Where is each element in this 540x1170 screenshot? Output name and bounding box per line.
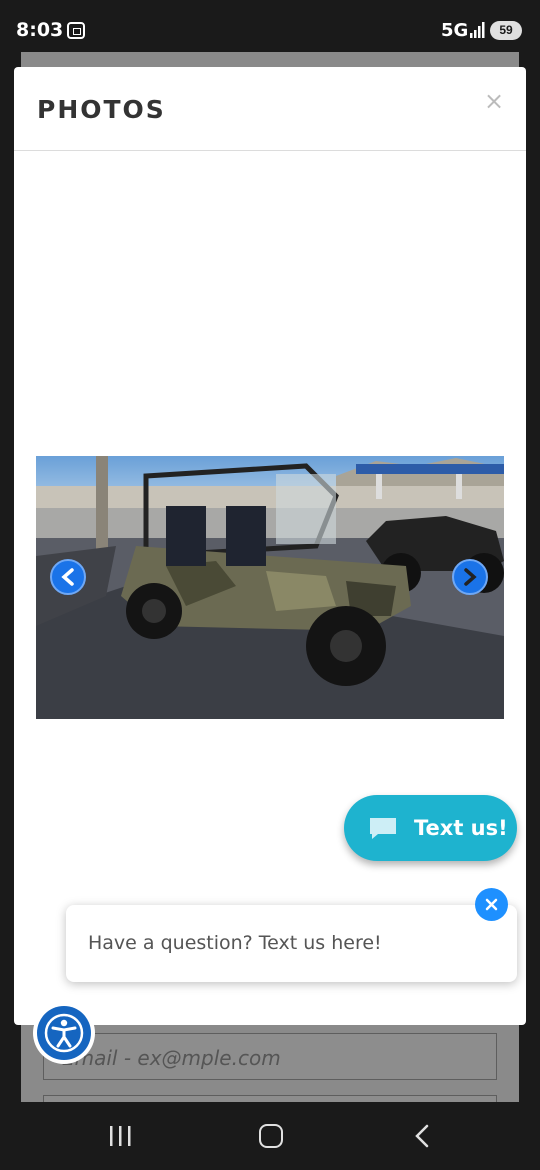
status-time: 8:03 [16, 19, 64, 41]
modal-header: PHOTOS × [14, 67, 526, 151]
nav-back-icon[interactable] [412, 1124, 432, 1148]
nav-recents-icon[interactable] [108, 1125, 132, 1147]
chat-prompt-text: Have a question? Text us here! [88, 932, 382, 954]
signal-icon [470, 22, 485, 38]
message-icon [370, 818, 396, 839]
carousel-prev-button[interactable] [50, 559, 86, 595]
chevron-left-icon [61, 568, 74, 586]
accessibility-button[interactable] [33, 1002, 95, 1064]
close-icon [485, 898, 498, 911]
accessibility-badge [37, 1006, 91, 1060]
nav-home-icon[interactable] [259, 1124, 283, 1148]
close-button[interactable]: × [484, 87, 504, 115]
carousel-next-button[interactable] [452, 559, 488, 595]
photo-illustration [36, 456, 504, 719]
status-bar: 8:03 5G 59 [0, 0, 540, 60]
email-field[interactable]: Email - ex@mple.com [43, 1033, 497, 1080]
text-us-button[interactable]: Text us! [344, 795, 517, 861]
screen-record-icon [67, 22, 85, 39]
system-nav-bar [0, 1102, 540, 1170]
vehicle-photo [36, 456, 504, 719]
text-us-label: Text us! [414, 816, 508, 840]
chat-close-button[interactable] [475, 888, 508, 921]
accessibility-icon [44, 1013, 84, 1053]
battery-indicator: 59 [490, 21, 522, 40]
modal-title: PHOTOS [37, 95, 166, 124]
chat-prompt-bubble[interactable]: Have a question? Text us here! [66, 905, 517, 982]
network-type: 5G [441, 20, 469, 41]
email-placeholder: Email - ex@mple.com [62, 1046, 281, 1070]
chevron-right-icon [464, 568, 477, 586]
